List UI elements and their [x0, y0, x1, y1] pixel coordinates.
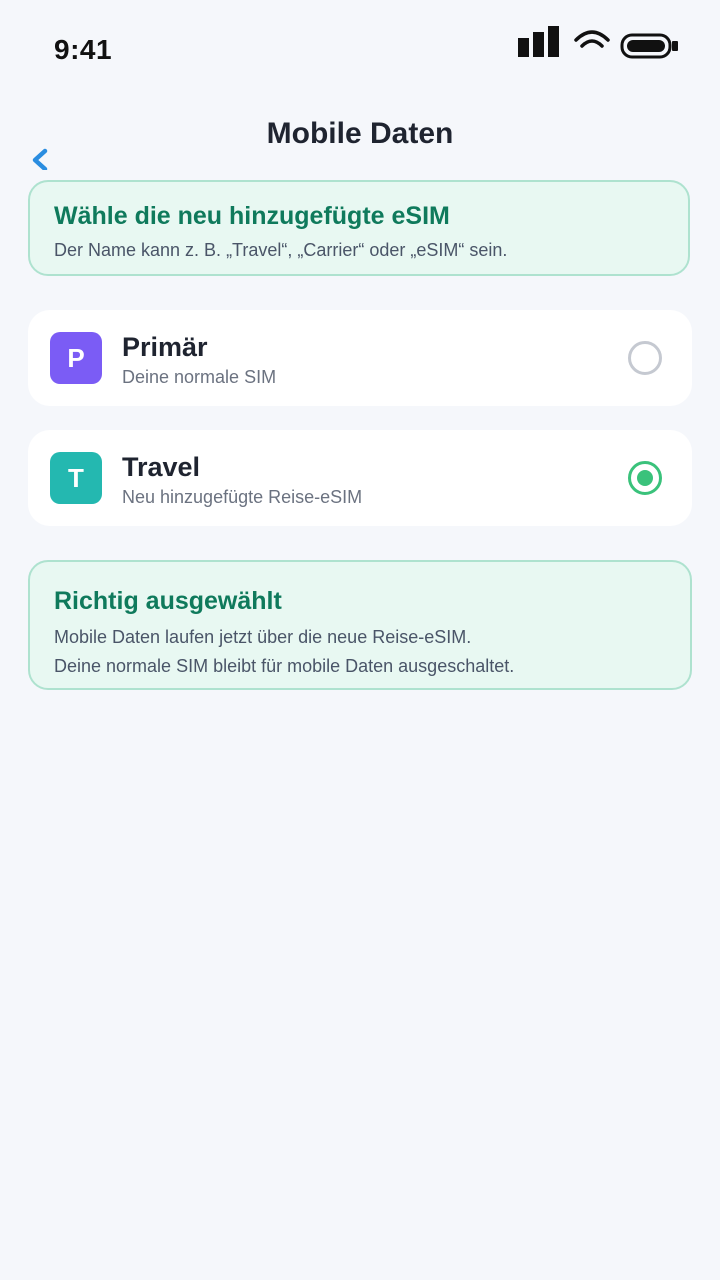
info-banner-title: Wähle die neu hinzugefügte eSIM	[54, 202, 450, 230]
sim-name-travel: Travel	[122, 452, 201, 482]
battery-icon	[620, 33, 678, 59]
sim-option-primary[interactable]: P Primär Deine normale SIM	[28, 310, 692, 406]
radio-travel[interactable]	[628, 461, 662, 495]
status-time: 9:41	[54, 34, 113, 65]
result-banner-line-2: Deine normale SIM bleibt für mobile Date…	[54, 656, 515, 676]
sim-name-primary: Primär	[122, 332, 208, 362]
result-banner-title: Richtig ausgewählt	[54, 587, 282, 615]
result-banner-line-1: Mobile Daten laufen jetzt über die neue …	[54, 627, 472, 647]
info-banner: Wähle die neu hinzugefügte eSIM Der Name…	[28, 180, 690, 276]
result-banner: Richtig ausgewählt Mobile Daten laufen j…	[28, 560, 692, 690]
status-bar: 9:41	[0, 0, 720, 100]
radio-primary[interactable]	[628, 341, 662, 375]
sim-description-travel: Neu hinzugefügte Reise-eSIM	[122, 487, 363, 507]
radio-selected-dot	[637, 470, 653, 486]
sim-option-travel[interactable]: T Travel Neu hinzugefügte Reise-eSIM	[28, 430, 692, 526]
sim-description-primary: Deine normale SIM	[122, 367, 277, 387]
sim-avatar-primary: P	[50, 332, 102, 384]
sim-avatar-travel: T	[50, 452, 102, 504]
info-banner-subtitle: Der Name kann z. B. „Travel“, „Carrier“ …	[54, 240, 508, 260]
wifi-icon	[574, 30, 610, 48]
signal-icon	[518, 26, 559, 57]
nav-bar: Mobile Daten	[0, 100, 720, 172]
page-title: Mobile Daten	[266, 117, 454, 150]
